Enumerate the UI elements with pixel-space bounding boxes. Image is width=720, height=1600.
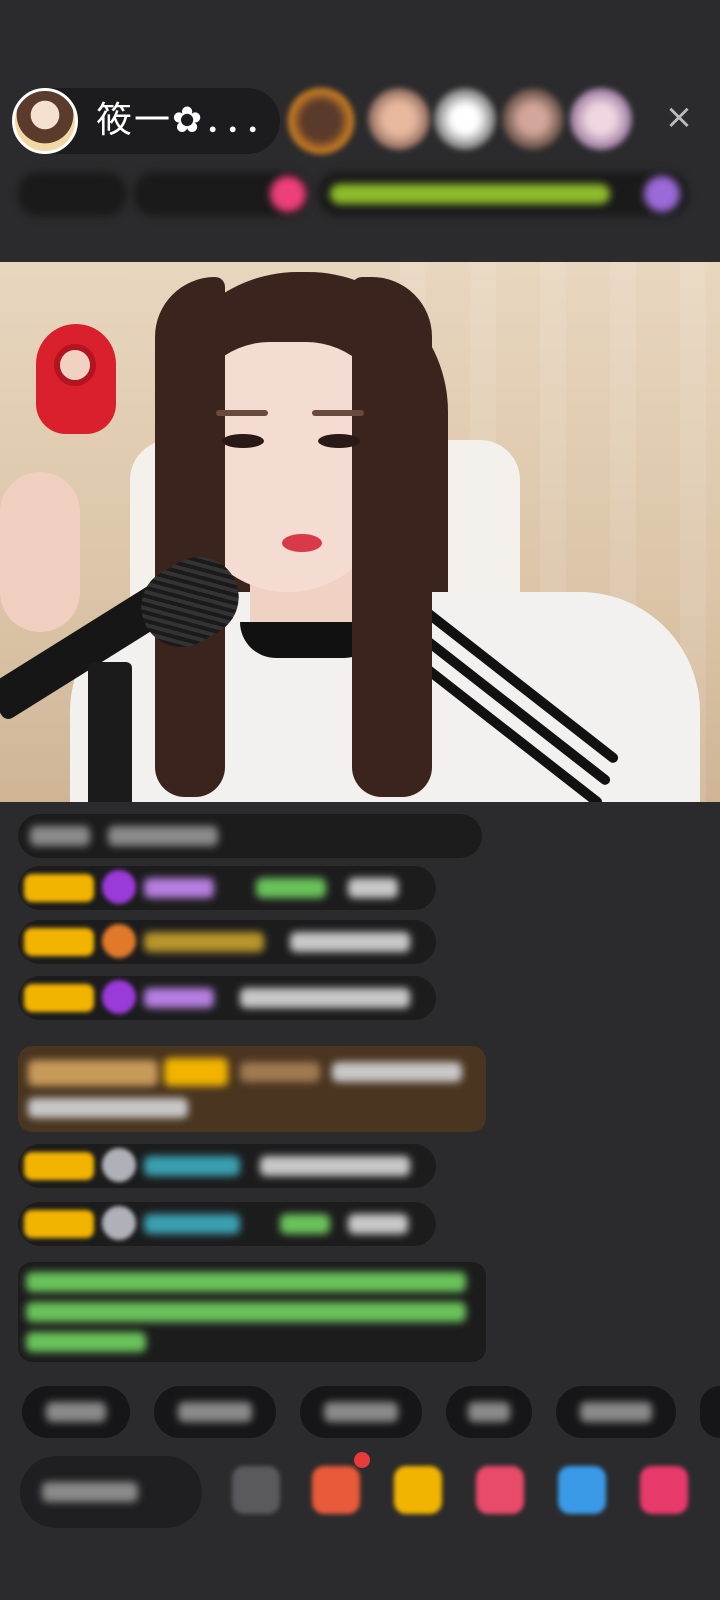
- top-viewer-avatar[interactable]: [288, 88, 354, 154]
- level-badge: [24, 984, 94, 1012]
- quick-chip[interactable]: [446, 1386, 532, 1438]
- gift-bag-icon[interactable]: [394, 1466, 442, 1514]
- notice-message[interactable]: [18, 1046, 486, 1132]
- purple-gift-icon[interactable]: [644, 176, 680, 212]
- chat-message[interactable]: [18, 976, 436, 1020]
- close-icon[interactable]: ×: [662, 100, 696, 134]
- pink-badge-icon[interactable]: [270, 176, 306, 212]
- chat-message[interactable]: [18, 920, 436, 964]
- quick-chip[interactable]: [22, 1386, 130, 1438]
- user-avatar: [102, 1206, 136, 1240]
- viewer-avatar[interactable]: [570, 88, 632, 150]
- game-icon[interactable]: [558, 1466, 606, 1514]
- quick-chip[interactable]: [300, 1386, 422, 1438]
- chat-message[interactable]: [18, 866, 436, 910]
- chat-message[interactable]: [18, 814, 482, 858]
- red-envelope-icon[interactable]: [476, 1466, 524, 1514]
- host-avatar[interactable]: [12, 88, 78, 154]
- fan-icon: [102, 924, 136, 958]
- gift-box-icon[interactable]: [312, 1466, 360, 1514]
- stream-info-strip: [0, 168, 720, 224]
- info-pill[interactable]: [18, 172, 126, 216]
- viewer-avatar[interactable]: [368, 88, 430, 150]
- quick-chip[interactable]: [154, 1386, 276, 1438]
- level-badge: [24, 928, 94, 956]
- top-bar: 筱一✿．．． ×: [0, 80, 720, 160]
- user-avatar: [102, 1148, 136, 1182]
- diamond-icon: [102, 870, 136, 904]
- streamer-hand: [0, 472, 80, 632]
- level-badge: [24, 1152, 94, 1180]
- system-message: [18, 1262, 486, 1362]
- chat-message[interactable]: [18, 1144, 436, 1188]
- viewer-avatar[interactable]: [502, 88, 564, 150]
- diamond-icon: [102, 980, 136, 1014]
- quick-chip[interactable]: [700, 1386, 720, 1438]
- live-video[interactable]: [0, 262, 720, 802]
- event-banner-text: [330, 184, 610, 204]
- emoji-icon[interactable]: [232, 1466, 280, 1514]
- viewer-avatar[interactable]: [434, 88, 496, 150]
- host-profile-pill[interactable]: 筱一✿．．．: [12, 88, 280, 154]
- host-name: 筱一✿．．．: [96, 100, 283, 141]
- quick-chip[interactable]: [556, 1386, 676, 1438]
- notification-dot: [354, 1452, 370, 1468]
- level-badge: [24, 874, 94, 902]
- comment-input[interactable]: [20, 1456, 202, 1528]
- quick-reply-chips: [0, 1386, 720, 1438]
- chat-message[interactable]: [18, 1202, 436, 1246]
- level-badge: [24, 1210, 94, 1238]
- more-icon[interactable]: [640, 1466, 688, 1514]
